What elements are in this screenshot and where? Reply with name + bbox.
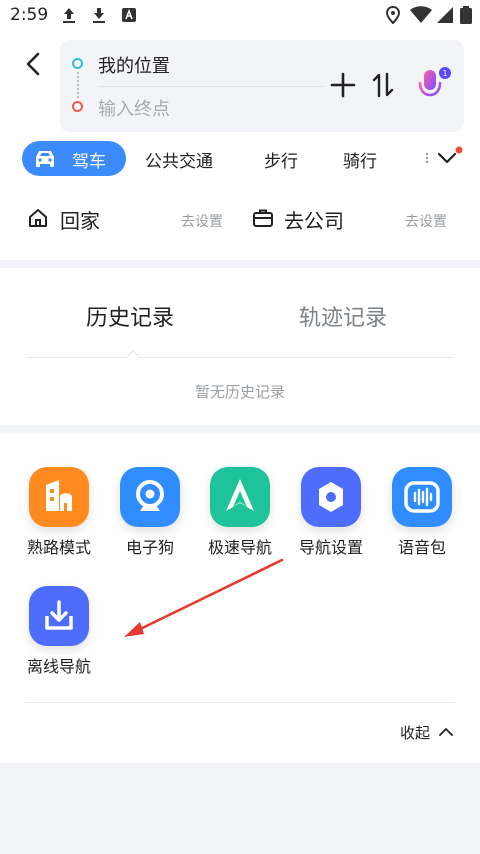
set-company-link[interactable]: 去设置 <box>405 211 447 231</box>
tab-cycle[interactable]: 骑行 <box>343 147 377 172</box>
tab-walk[interactable]: 步行 <box>264 147 298 172</box>
history-empty-text: 暂无历史记录 <box>194 383 285 401</box>
speed-navigation-icon <box>226 479 254 511</box>
back-icon[interactable] <box>20 50 48 78</box>
familiar-route-button[interactable] <box>29 467 89 527</box>
add-waypoint-icon[interactable] <box>330 72 356 98</box>
voice-input-icon[interactable]: 1 <box>416 66 452 104</box>
start-point-icon <box>72 58 83 69</box>
electronic-dog-icon <box>136 480 164 511</box>
status-time: 2:59 <box>10 5 49 25</box>
wifi-icon <box>410 6 432 23</box>
tab-history[interactable]: 历史记录 <box>86 300 174 332</box>
offline-navigation-icon <box>45 600 73 630</box>
chevron-up-icon[interactable] <box>439 727 453 737</box>
more-tabs-icon[interactable] <box>423 146 463 170</box>
swap-route-icon[interactable] <box>372 72 394 98</box>
home-icon <box>29 209 47 227</box>
destination-input[interactable] <box>96 94 300 124</box>
speed-navigation-button[interactable] <box>210 467 270 527</box>
briefcase-icon <box>253 209 273 227</box>
active-tab-indicator <box>126 350 140 358</box>
car-icon <box>36 151 54 167</box>
electronic-dog-button[interactable] <box>120 467 180 527</box>
app-notification-icon <box>122 8 136 22</box>
cell-signal-icon <box>437 7 453 23</box>
history-divider <box>26 357 454 358</box>
battery-icon <box>460 6 472 24</box>
voice-pack-icon <box>404 481 440 513</box>
tab-public-transit[interactable]: 公共交通 <box>145 147 213 172</box>
offline-navigation-button[interactable] <box>29 586 89 646</box>
download-icon <box>93 8 105 23</box>
mic-badge: 1 <box>442 69 447 78</box>
start-location[interactable]: 我的位置 <box>98 52 170 78</box>
voice-pack-button[interactable] <box>392 467 452 527</box>
set-home-link[interactable]: 去设置 <box>181 211 223 231</box>
end-point-icon <box>72 101 83 112</box>
route-connector <box>77 72 79 98</box>
tab-track[interactable]: 轨迹记录 <box>299 300 387 332</box>
home-label[interactable]: 回家 <box>60 205 100 234</box>
navigation-settings-button[interactable] <box>301 467 361 527</box>
tool-label-offline-navigation: 离线导航 <box>26 657 91 676</box>
company-label[interactable]: 去公司 <box>284 205 344 234</box>
upload-icon <box>63 8 75 23</box>
collapse-button[interactable]: 收起 <box>400 722 430 743</box>
input-divider <box>98 86 324 87</box>
location-icon <box>385 6 401 24</box>
tab-drive-label: 驾车 <box>72 152 106 172</box>
familiar-route-icon <box>46 480 72 511</box>
tools-divider <box>26 702 454 703</box>
tool-label-voice-pack: 语音包 <box>397 538 446 557</box>
navigation-settings-icon <box>319 482 343 512</box>
